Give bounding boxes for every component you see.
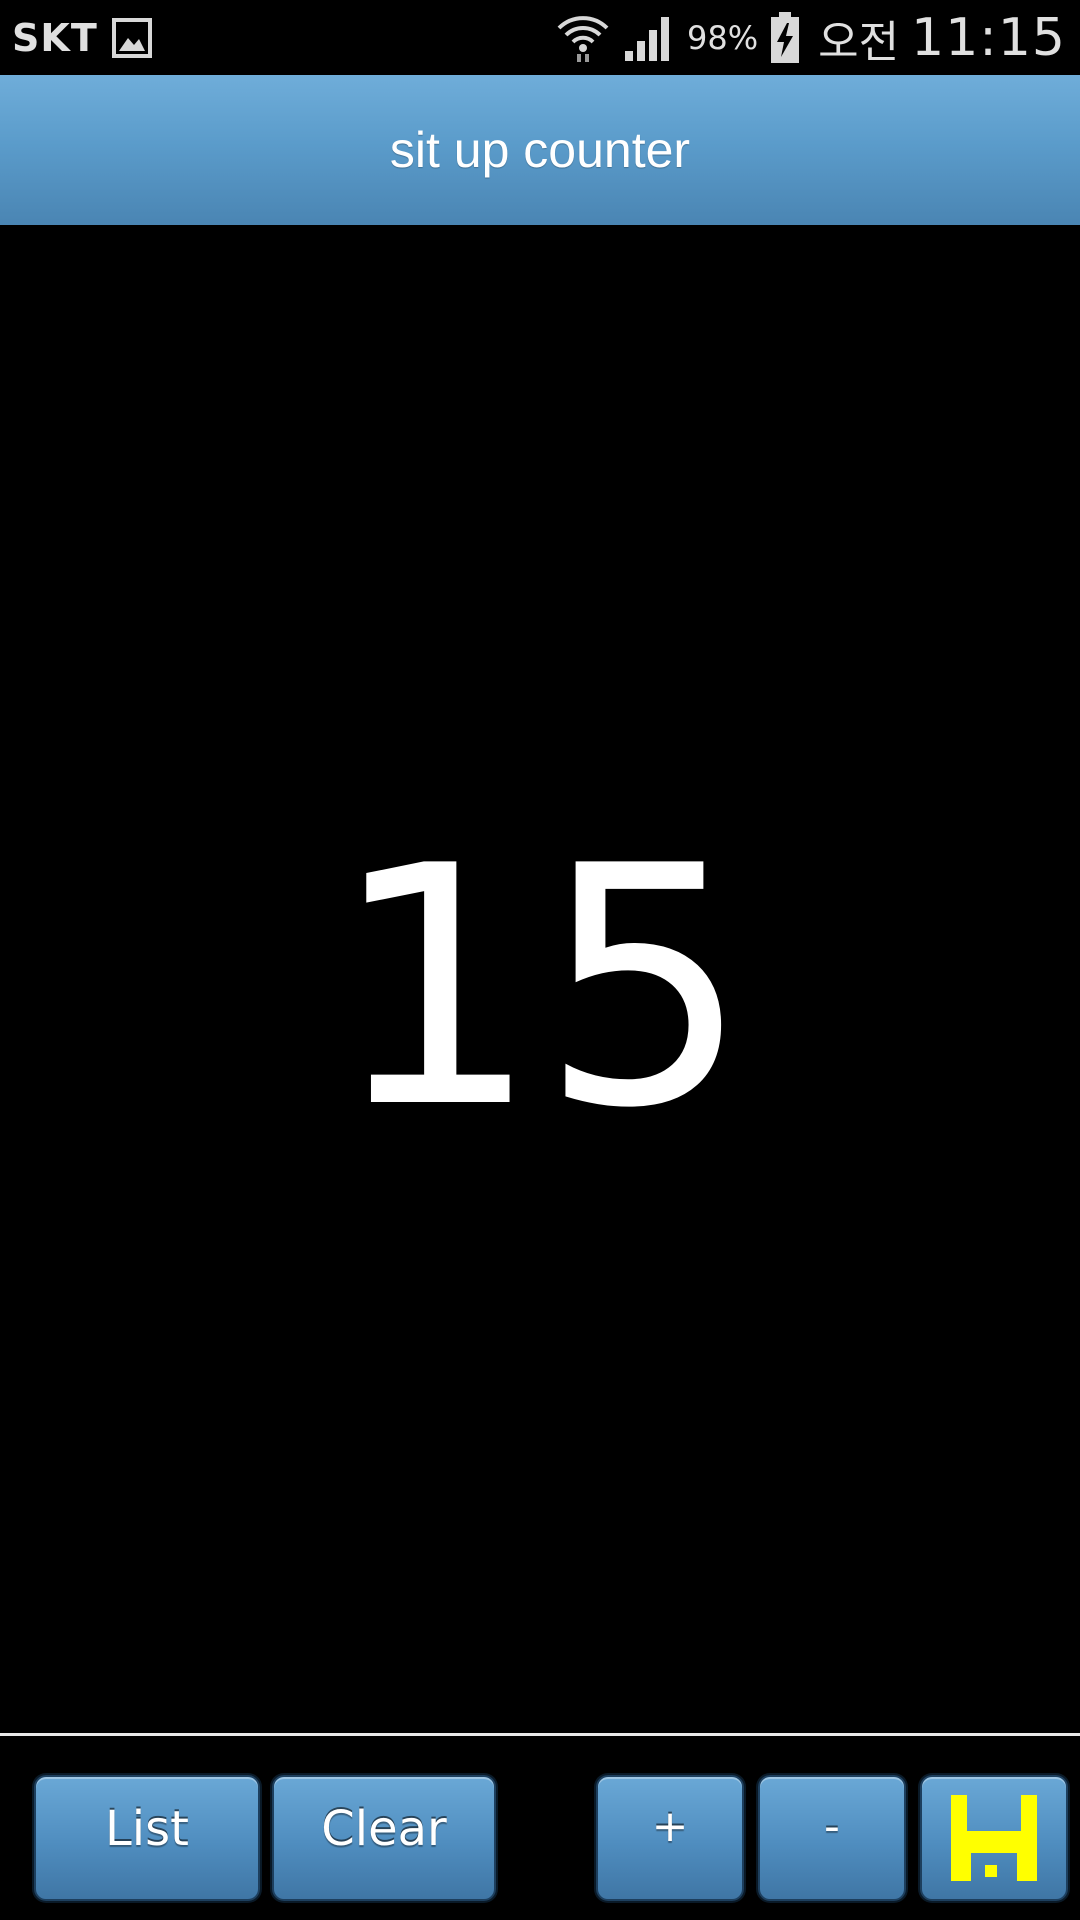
- status-right: 98% 오전 11:15: [555, 0, 1066, 75]
- carrier-name: SKT: [12, 15, 98, 60]
- wifi-icon: [557, 15, 609, 62]
- decrement-button[interactable]: -: [758, 1775, 906, 1901]
- increment-button[interactable]: +: [596, 1775, 744, 1901]
- clock: 11:15: [911, 7, 1066, 68]
- ampm-label: 오전: [818, 16, 900, 68]
- counter-area[interactable]: 15: [0, 225, 1080, 1733]
- divider: [0, 1733, 1080, 1736]
- save-button[interactable]: [920, 1775, 1068, 1901]
- increment-button-label: +: [651, 1801, 689, 1852]
- count-display: 15: [330, 796, 750, 1180]
- status-left: SKT: [12, 0, 152, 75]
- title-bar: sit up counter: [0, 75, 1080, 225]
- list-button[interactable]: List: [34, 1775, 260, 1901]
- gallery-icon: [111, 17, 152, 58]
- battery-charging-icon: [771, 11, 800, 63]
- decrement-button-label: -: [824, 1801, 840, 1852]
- status-bar: SKT 98% 오전 11:15: [0, 0, 1080, 75]
- page-title: sit up counter: [389, 122, 691, 178]
- clear-button[interactable]: Clear: [272, 1775, 496, 1901]
- floppy-disk-icon: [951, 1795, 1037, 1881]
- list-button-label: List: [105, 1801, 189, 1857]
- signal-icon: [625, 16, 670, 61]
- battery-percent: 98%: [687, 18, 759, 57]
- clear-button-label: Clear: [321, 1801, 447, 1857]
